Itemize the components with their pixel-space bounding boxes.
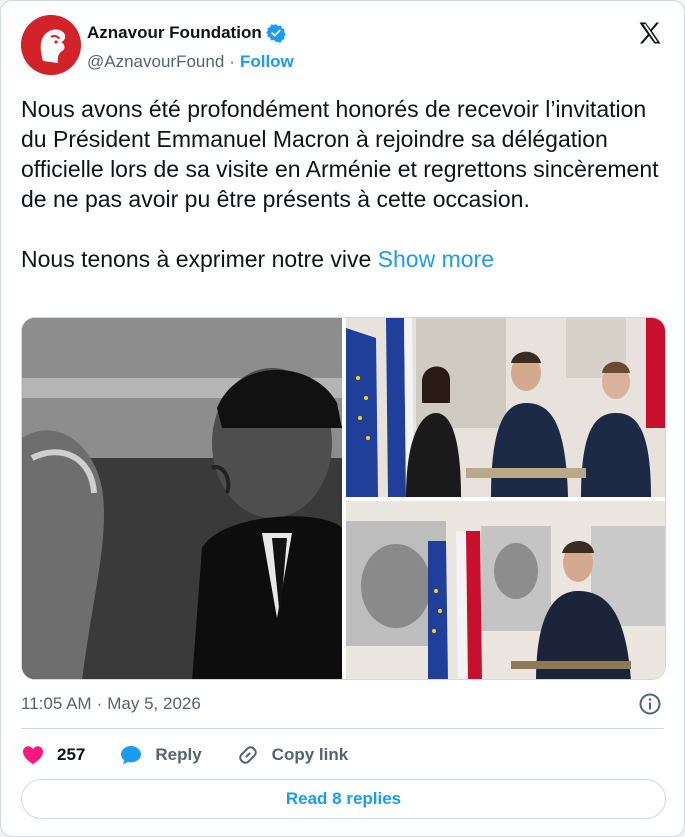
likes-count: 257	[57, 745, 86, 764]
author-handle[interactable]: @AznavourFound	[87, 52, 224, 72]
media-grid	[21, 317, 666, 680]
author-name-row: Aznavour Foundation	[87, 23, 286, 43]
author-handle-row: @AznavourFound · Follow	[87, 52, 294, 72]
timestamp-separator: ·	[96, 694, 103, 713]
tweet-actions: 257 Reply Copy link	[21, 741, 348, 769]
reply-label: Reply	[155, 745, 202, 764]
show-more-link[interactable]: Show more	[378, 246, 494, 272]
like-button[interactable]: 257	[21, 743, 85, 767]
follow-button[interactable]: Follow	[240, 52, 294, 72]
photo-signing-guestbook-group[interactable]	[346, 318, 665, 497]
tweet-time: 11:05 AM	[21, 694, 92, 713]
tweet-paragraph-1: Nous avons été profondément honorés de r…	[21, 96, 659, 212]
copy-link-button[interactable]: Copy link	[236, 743, 349, 767]
heart-icon	[23, 746, 43, 765]
read-replies-button[interactable]: Read 8 replies	[21, 779, 666, 819]
reply-button[interactable]: Reply	[119, 743, 202, 767]
link-icon	[238, 746, 257, 764]
reply-bubble-icon	[121, 746, 142, 765]
copy-link-label: Copy link	[271, 745, 349, 764]
author-avatar[interactable]	[21, 15, 81, 75]
photo-bw-portrait[interactable]	[22, 318, 342, 679]
tweet-timestamp[interactable]: 11:05 AM · May 5, 2026	[21, 694, 201, 714]
tweet-card: Aznavour Foundation @AznavourFound · Fol…	[0, 0, 685, 837]
author-display-name[interactable]: Aznavour Foundation	[87, 23, 262, 43]
tweet-text: Nous avons été profondément honorés de r…	[21, 94, 671, 274]
x-logo-icon[interactable]	[636, 19, 664, 47]
handle-separator: ·	[229, 52, 235, 71]
info-icon[interactable]	[638, 692, 662, 716]
tweet-date: May 5, 2026	[107, 694, 201, 713]
verified-badge-icon	[265, 24, 286, 43]
tweet-paragraph-2: Nous tenons à exprimer notre vive Show m…	[21, 244, 671, 274]
photo-signing-guestbook-portraits[interactable]	[346, 501, 665, 679]
tweet-paragraph-2-text: Nous tenons à exprimer notre vive	[21, 246, 372, 272]
divider	[21, 728, 664, 729]
